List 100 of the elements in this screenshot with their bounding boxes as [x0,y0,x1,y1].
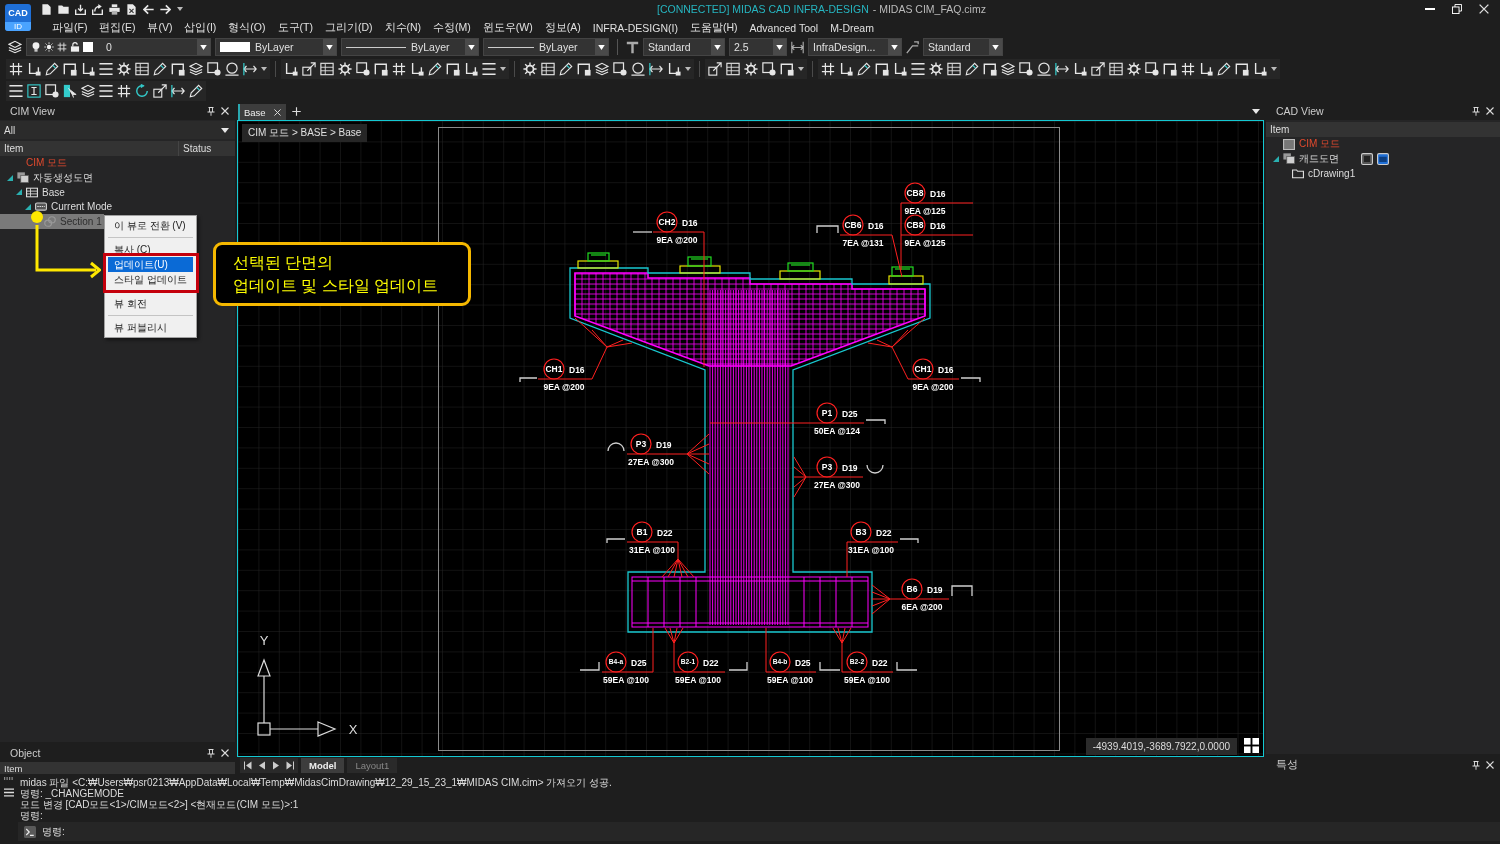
i-beam-frame-icon[interactable] [27,84,41,98]
dropdown[interactable]: ByLayer [215,38,337,56]
bracket-icon[interactable] [1235,62,1249,76]
grid-icon[interactable] [57,42,67,52]
pencil-icon[interactable] [428,62,442,76]
file-x-icon[interactable] [126,3,137,15]
document-tab[interactable]: Base [238,104,286,120]
scale-icon[interactable] [1091,62,1105,76]
menu-item[interactable]: Advanced Tool [743,21,825,34]
grip-icon[interactable] [4,777,14,780]
circular-arrow-icon[interactable] [135,84,149,98]
menu-item[interactable]: 수정(M) [427,20,477,35]
table-icon[interactable] [1109,62,1123,76]
tree-item[interactable]: Current Mode [0,199,115,214]
tree-item[interactable]: CIM 모드 [1266,137,1500,152]
view-toggle-icon[interactable] [1361,152,1373,165]
dropdown[interactable]: ByLayer [341,38,479,56]
frame-icon[interactable] [356,62,370,76]
bracket-icon[interactable] [780,62,794,76]
bracket-icon[interactable] [374,62,388,76]
close-icon[interactable] [221,107,229,115]
close-icon[interactable] [1486,761,1494,769]
pencil-icon[interactable] [857,62,871,76]
tray-down-arrow-icon[interactable] [75,3,86,15]
grid-icon[interactable] [1181,62,1195,76]
dropdown[interactable]: 2.5 [729,38,787,56]
tree-item[interactable]: CIM 모드 [0,156,104,171]
tree-item[interactable]: Base [0,185,104,200]
grid-icon[interactable] [9,62,23,76]
gear-icon[interactable] [929,62,943,76]
restore-icon[interactable] [1452,4,1462,14]
tray-curved-arrow-icon[interactable] [92,3,103,15]
scale-icon[interactable] [708,62,722,76]
menu-item[interactable]: 뷰(V) [141,20,179,35]
caret-icon[interactable] [798,67,804,71]
double-arrow-icon[interactable] [171,84,185,98]
previous-icon[interactable] [258,761,266,770]
folder-icon[interactable] [58,3,69,15]
menu-item[interactable]: 정보(A) [538,20,587,35]
pencil-icon[interactable] [153,62,167,76]
table-icon[interactable] [726,62,740,76]
menu-item[interactable]: 뷰 퍼블리시 [108,320,193,335]
hook-icon[interactable] [839,62,853,76]
hook-icon[interactable] [81,62,95,76]
double-arrow-icon[interactable] [243,62,257,76]
circle-icon[interactable] [631,62,645,76]
pencil-icon[interactable] [45,62,59,76]
double-arrow-icon[interactable] [649,62,663,76]
printer-icon[interactable] [109,3,120,15]
next-icon[interactable] [272,761,280,770]
layers-icon[interactable] [8,40,22,54]
frame-icon[interactable] [45,84,59,98]
dropdown[interactable]: InfraDesign... [808,38,902,56]
pencil-icon[interactable] [1217,62,1231,76]
menu-item[interactable]: 스타일 업데이트 [108,272,193,287]
menu-item[interactable]: INFRA-DESIGN(I) [586,21,684,34]
dropdown[interactable]: 0 [26,38,211,56]
stripes-icon[interactable] [9,84,23,98]
grid-view-icon[interactable] [1244,738,1259,753]
padlock-icon[interactable] [70,42,80,52]
hook-icon[interactable] [893,62,907,76]
expander-icon[interactable] [1272,155,1279,162]
expander-icon[interactable] [24,203,31,210]
grid-icon[interactable] [821,62,835,76]
pin-icon[interactable] [1472,106,1480,116]
sun-icon[interactable] [44,42,54,52]
menu-item[interactable]: M-Dream [824,21,880,34]
table-icon[interactable] [135,62,149,76]
hook-icon[interactable] [464,62,478,76]
first-page-icon[interactable] [244,761,252,770]
layout-tab[interactable]: Model [301,758,345,773]
caret-icon[interactable] [261,67,267,71]
menu-item[interactable]: 파일(F) [46,20,94,35]
view-toggle-icon[interactable] [1377,152,1389,165]
bracket-icon[interactable] [983,62,997,76]
bracket-icon[interactable] [577,62,591,76]
caret-icon[interactable] [1271,67,1277,71]
stripes-icon[interactable] [482,62,496,76]
plus-icon[interactable] [291,106,301,116]
bracket-icon[interactable] [171,62,185,76]
hook-icon[interactable] [27,62,41,76]
tree-item[interactable]: 캐드도면 [1266,151,1500,166]
menu-item[interactable]: 도구(T) [271,20,319,35]
hook-icon[interactable] [284,62,298,76]
layers-icon[interactable] [595,62,609,76]
close-icon[interactable] [273,108,281,116]
last-page-icon[interactable] [286,761,294,770]
menu-item[interactable]: 뷰 회전 [108,296,193,311]
pin-icon[interactable] [207,106,215,116]
gear-icon[interactable] [117,62,131,76]
bracket-icon[interactable] [875,62,889,76]
stripes-icon[interactable] [99,62,113,76]
gear-icon[interactable] [744,62,758,76]
expander-icon[interactable] [15,189,22,196]
expander-icon[interactable] [6,174,13,181]
menu-item[interactable]: 업데이트(U) [108,257,193,272]
bracket-icon[interactable] [63,62,77,76]
dropdown[interactable]: Standard [923,38,1003,56]
hook-icon[interactable] [1073,62,1087,76]
circle-icon[interactable] [225,62,239,76]
